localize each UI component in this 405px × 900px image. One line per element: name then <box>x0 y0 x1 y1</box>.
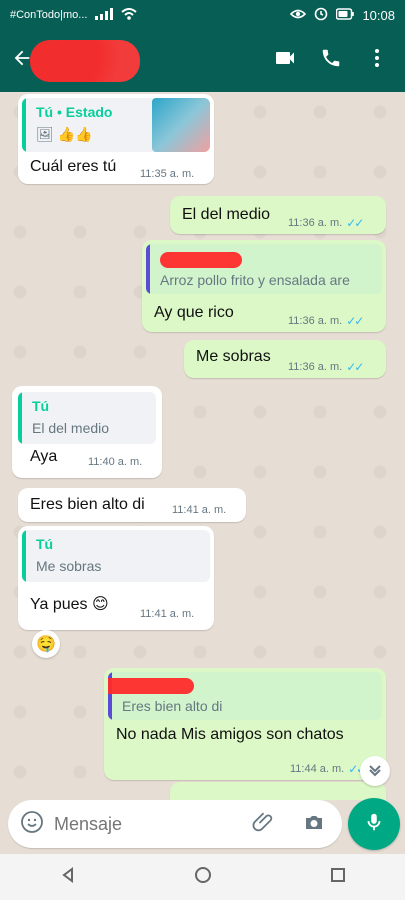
nav-recents-button[interactable] <box>328 865 348 890</box>
wifi-icon <box>121 7 138 23</box>
system-navigation-bar <box>0 854 405 900</box>
square-recents-icon <box>328 867 348 889</box>
signal-icon <box>95 7 114 23</box>
message-time: 11:41 a. m. <box>140 608 194 620</box>
triangle-back-icon <box>58 866 78 889</box>
quote-accent-bar <box>22 98 26 152</box>
quoted-message[interactable]: Eres bien alto di <box>108 672 382 720</box>
message-text: Cuál eres tú <box>30 158 117 175</box>
message-text: Me sobras <box>196 348 271 365</box>
emoji-button[interactable] <box>18 810 46 838</box>
message-bubble-outgoing[interactable]: Me sobras 11:36 a. m. ✓✓ <box>184 340 386 378</box>
voice-message-button[interactable] <box>348 798 400 850</box>
quote-text: Me sobras <box>36 558 102 574</box>
quoted-status[interactable]: Tú • Estado 🖼 👍👍 <box>22 98 210 152</box>
quote-title: Tú <box>32 398 50 414</box>
camera-icon <box>302 810 326 839</box>
quote-emojis: 🖼 👍👍 <box>36 126 93 142</box>
quote-title: Tú <box>36 536 54 552</box>
quote-accent-bar <box>22 530 26 582</box>
message-text: El del medio <box>182 206 271 223</box>
message-time-text: 11:36 a. m. <box>288 361 343 373</box>
carrier-text: #ConTodo|mo... <box>10 9 88 21</box>
message-bubble-incoming[interactable]: Tú El del medio Aya 11:40 a. m. <box>12 386 162 478</box>
message-text: Eres bien alto di <box>30 496 145 513</box>
message-time-text: 11:36 a. m. <box>288 217 343 229</box>
more-options-button[interactable] <box>363 46 391 74</box>
scroll-to-bottom-button[interactable] <box>360 756 390 786</box>
message-bubble-outgoing[interactable]: Eres bien alto di No nada Mis amigos son… <box>104 668 386 780</box>
reaction-badge[interactable]: 🤤 <box>32 630 60 658</box>
status-thumbnail <box>152 98 210 152</box>
message-bubble-incoming[interactable]: Tú Me sobras Ya pues 😊 11:41 a. m. <box>18 526 214 630</box>
nav-back-button[interactable] <box>58 865 78 890</box>
quote-text: Arroz pollo frito y ensalada are <box>160 272 350 288</box>
quoted-message[interactable]: Arroz pollo frito y ensalada are <box>146 244 382 294</box>
message-input[interactable] <box>54 810 244 838</box>
quote-title: Tú • Estado <box>36 104 113 120</box>
message-time-text: 11:41 a. m. <box>140 608 195 620</box>
message-time: 11:41 a. m. <box>172 504 226 516</box>
read-receipt-icon: ✓✓ <box>346 216 364 230</box>
phone-call-button[interactable] <box>317 46 345 74</box>
message-composer <box>0 798 405 854</box>
message-meta: 11:36 a. m. ✓✓ <box>288 216 364 230</box>
message-time-text: 11:40 a. m. <box>88 456 143 468</box>
attach-button[interactable] <box>250 810 278 838</box>
circle-home-icon <box>193 866 213 889</box>
quote-accent-bar <box>18 392 22 444</box>
quote-author-redaction <box>160 252 242 268</box>
chat-header <box>0 36 405 84</box>
message-text: Ya pues 😊 <box>30 596 109 613</box>
video-call-button[interactable] <box>271 46 299 74</box>
message-bubble-incoming[interactable]: Tú • Estado 🖼 👍👍 Cuál eres tú 11:35 a. m… <box>18 94 214 184</box>
message-meta: 11:44 a. m. ✓✓ <box>290 762 366 776</box>
status-time: 10:08 <box>362 7 395 23</box>
chevron-down-icon <box>367 761 383 782</box>
top-bar: #ConTodo|mo... 10:08 <box>0 0 405 92</box>
message-time-text: 11:35 a. m. <box>140 168 195 180</box>
phone-call-icon <box>320 47 342 74</box>
message-time: 11:35 a. m. <box>140 168 194 180</box>
message-meta: 11:36 a. m. ✓✓ <box>288 314 364 328</box>
video-call-icon <box>273 46 297 75</box>
camera-button[interactable] <box>300 810 328 838</box>
message-time: 11:40 a. m. <box>88 456 142 468</box>
nav-home-button[interactable] <box>193 865 213 890</box>
contact-redaction[interactable] <box>30 40 140 82</box>
message-time-text: 11:44 a. m. <box>290 763 345 775</box>
next-message-bubble-partial[interactable] <box>170 782 386 800</box>
microphone-icon <box>363 811 385 838</box>
message-time-text: 11:36 a. m. <box>288 315 343 327</box>
message-bubble-incoming[interactable]: Eres bien alto di 11:41 a. m. <box>18 488 246 522</box>
quote-accent-bar <box>146 244 150 294</box>
message-text: Ay que rico <box>154 304 234 321</box>
battery-icon <box>336 7 355 23</box>
eye-icon <box>290 8 307 23</box>
message-time-text: 11:41 a. m. <box>172 504 227 516</box>
quote-text: Eres bien alto di <box>122 698 223 714</box>
emoji-icon <box>20 810 44 839</box>
message-meta: 11:36 a. m. ✓✓ <box>288 360 364 374</box>
message-bubble-outgoing[interactable]: El del medio 11:36 a. m. ✓✓ <box>170 196 386 234</box>
message-text: No nada Mis amigos son chatos <box>116 726 344 743</box>
alarm-icon <box>314 7 328 24</box>
read-receipt-icon: ✓✓ <box>346 314 364 328</box>
message-bubble-outgoing[interactable]: Arroz pollo frito y ensalada are Ay que … <box>142 240 386 332</box>
quoted-message[interactable]: Tú Me sobras <box>22 530 210 582</box>
read-receipt-icon: ✓✓ <box>346 360 364 374</box>
paperclip-icon <box>252 810 276 839</box>
message-input-box[interactable] <box>8 800 342 848</box>
message-text: Aya <box>30 448 58 465</box>
quote-author-redaction <box>108 678 194 694</box>
quote-text: El del medio <box>32 420 110 436</box>
chat-area[interactable]: Tú • Estado 🖼 👍👍 Cuál eres tú 11:35 a. m… <box>0 92 405 800</box>
status-bar: #ConTodo|mo... 10:08 <box>0 0 405 30</box>
quoted-message[interactable]: Tú El del medio <box>18 392 156 444</box>
more-vert-icon <box>374 48 380 73</box>
